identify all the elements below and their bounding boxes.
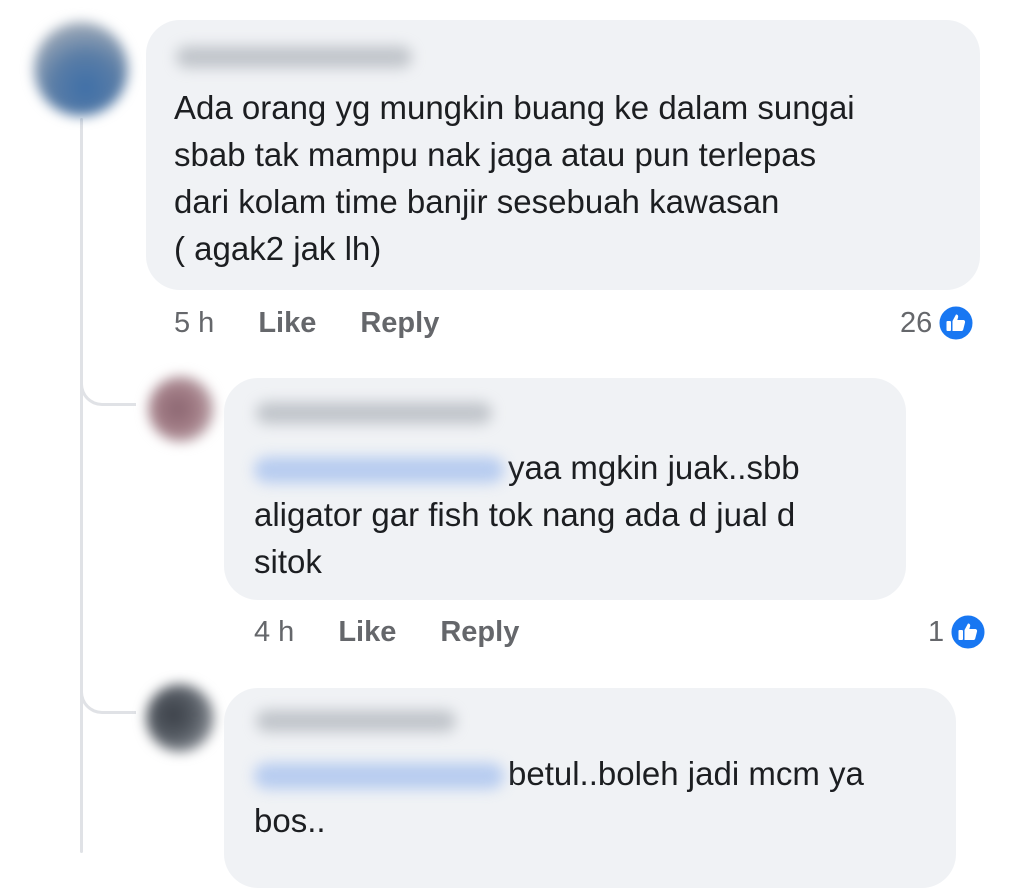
comment-bubble: betul..boleh jadi mcm ya bos.. [224,688,956,888]
timestamp[interactable]: 4 h [254,616,294,649]
comment-text-line: yaa mgkin juak..sbb [254,444,800,491]
comment-text-line: sitok [254,543,322,580]
author-name-blurred[interactable] [176,46,412,68]
like-icon [938,305,974,341]
comment-actions: 5 h Like Reply [174,303,483,343]
mention-tag-blurred[interactable] [254,763,504,789]
avatar[interactable] [148,376,214,442]
avatar[interactable] [34,22,128,116]
mention-tag-blurred[interactable] [254,457,504,483]
reaction-summary[interactable]: 1 [928,612,986,652]
reaction-summary[interactable]: 26 [900,303,974,343]
like-icon [950,614,986,650]
avatar[interactable] [146,684,214,752]
comment-bubble: Ada orang yg mungkin buang ke dalam sung… [146,20,980,290]
comment-text-line: Ada orang yg mungkin buang ke dalam sung… [174,89,855,126]
comment-bubble: yaa mgkin juak..sbb aligator gar fish to… [224,378,906,600]
comment-text: Ada orang yg mungkin buang ke dalam sung… [174,84,855,272]
comment-text-line: sbab tak mampu nak jaga atau pun terlepa… [174,136,817,173]
comment-text: yaa mgkin juak..sbb aligator gar fish to… [254,444,800,585]
comment-text-line: betul..boleh jadi mcm ya [254,750,864,797]
comment-actions: 4 h Like Reply [254,612,563,652]
comment-text-line: ( agak2 jak lh) [174,230,382,267]
comment-text-fragment: yaa mgkin juak..sbb [508,449,800,486]
author-name-blurred[interactable] [256,402,492,424]
timestamp[interactable]: 5 h [174,307,214,340]
author-name-blurred[interactable] [256,710,456,732]
reply-button[interactable]: Reply [440,616,519,649]
thread-connector-line [80,118,83,853]
comment-text-fragment: betul..boleh jadi mcm ya [508,755,864,792]
comment-text-line: dari kolam time banjir sesebuah kawasan [174,183,780,220]
comment-text-line: bos.. [254,802,326,839]
reaction-count: 26 [900,306,933,339]
like-button[interactable]: Like [338,616,396,649]
comment-text-line: aligator gar fish tok nang ada d jual d [254,496,796,533]
comment-text: betul..boleh jadi mcm ya bos.. [254,750,864,844]
reaction-count: 1 [928,615,945,648]
reply-button[interactable]: Reply [360,307,439,340]
like-button[interactable]: Like [258,307,316,340]
reply-connector-1 [80,368,136,406]
reply-connector-2 [80,676,136,714]
